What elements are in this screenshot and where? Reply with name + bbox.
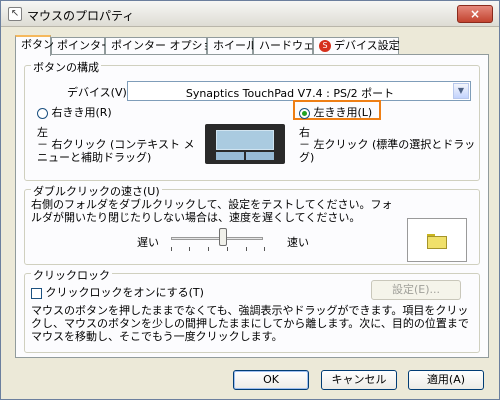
left-handed-label: 左きき用(L) bbox=[313, 106, 373, 119]
double-click-slider-track[interactable] bbox=[171, 237, 263, 240]
device-select-value: Synaptics TouchPad V7.4 : PS/2 ポート bbox=[185, 87, 395, 100]
tab-pointers[interactable]: ポインター bbox=[51, 37, 112, 55]
mouse-icon: ↖ bbox=[8, 7, 22, 21]
test-folder-area[interactable] bbox=[407, 218, 467, 262]
title-bar[interactable]: ↖ マウスのプロパティ × bbox=[1, 1, 499, 27]
window-title: マウスのプロパティ bbox=[27, 9, 135, 23]
slider-tick bbox=[208, 247, 209, 251]
cancel-button[interactable]: キャンセル bbox=[321, 370, 397, 390]
click-lock-checkbox[interactable]: クリックロックをオンにする(T) bbox=[31, 284, 204, 300]
touchpad-right-button bbox=[246, 152, 274, 160]
radio-icon[interactable] bbox=[37, 107, 48, 119]
slider-tick bbox=[246, 247, 247, 251]
slow-label: 遅い bbox=[137, 236, 159, 249]
apply-button[interactable]: 適用(A) bbox=[408, 370, 484, 390]
device-select[interactable]: Synaptics TouchPad V7.4 : PS/2 ポート ▼ bbox=[127, 81, 471, 101]
touchpad-image bbox=[205, 124, 285, 164]
touchpad-surface bbox=[216, 130, 274, 150]
checkbox-icon[interactable] bbox=[31, 287, 42, 299]
double-click-speed-legend: ダブルクリックの速さ(U) bbox=[31, 183, 162, 199]
button-configuration-legend: ボタンの構成 bbox=[31, 59, 101, 75]
tab-device-settings-label: デバイス設定 bbox=[334, 39, 400, 52]
mouse-properties-window: ↖ マウスのプロパティ × ボタン ポインター ポインター オプション ホイール… bbox=[0, 0, 500, 400]
right-button-description: － 左クリック (標準の選択とドラッグ) bbox=[299, 138, 476, 164]
touchpad-left-button bbox=[216, 152, 244, 160]
left-handed-radio[interactable]: 左きき用(L) bbox=[299, 104, 372, 120]
tab-device-settings[interactable]: S デバイス設定 bbox=[313, 37, 400, 55]
click-lock-description: マウスのボタンを押したままでなくても、強調表示やドラッグができます。項目をクリッ… bbox=[31, 304, 469, 343]
synaptics-icon: S bbox=[319, 40, 331, 52]
slider-tick bbox=[189, 247, 190, 251]
tab-buttons[interactable]: ボタン bbox=[15, 35, 54, 56]
click-lock-legend: クリックロック bbox=[31, 267, 112, 283]
double-click-speed-group: ダブルクリックの速さ(U) 右側のフォルダをダブルクリックして、設定をテストして… bbox=[24, 183, 480, 265]
folder-icon[interactable] bbox=[427, 236, 447, 249]
button-configuration-group: ボタンの構成 デバイス(V): Synaptics TouchPad V7.4 … bbox=[24, 59, 480, 181]
slider-tick bbox=[171, 247, 172, 251]
tab-wheel[interactable]: ホイール bbox=[207, 37, 257, 55]
right-handed-radio[interactable]: 右きき用(R) bbox=[37, 104, 112, 120]
left-button-description: － 右クリック (コンテキスト メニューと補助ドラッグ) bbox=[37, 138, 195, 164]
tab-pointer-options[interactable]: ポインター オプション bbox=[105, 37, 225, 55]
click-lock-settings-button[interactable]: 設定(E)... bbox=[371, 280, 461, 300]
click-lock-checkbox-label: クリックロックをオンにする(T) bbox=[45, 286, 204, 299]
slider-ticks bbox=[171, 247, 265, 251]
slider-tick bbox=[264, 247, 265, 251]
right-handed-label: 右きき用(R) bbox=[51, 106, 112, 119]
chevron-down-icon[interactable]: ▼ bbox=[453, 83, 469, 99]
ok-button[interactable]: OK bbox=[233, 370, 309, 390]
device-label: デバイス(V): bbox=[67, 86, 131, 99]
fast-label: 速い bbox=[287, 236, 309, 249]
tab-hardware[interactable]: ハードウェア bbox=[253, 37, 325, 55]
close-button[interactable]: × bbox=[457, 5, 493, 23]
click-lock-group: クリックロック クリックロックをオンにする(T) 設定(E)... マウスのボタ… bbox=[24, 267, 480, 353]
tab-panel: ボタンの構成 デバイス(V): Synaptics TouchPad V7.4 … bbox=[15, 54, 489, 358]
slider-tick bbox=[227, 247, 228, 251]
double-click-description: 右側のフォルダをダブルクリックして、設定をテストしてください。フォルダが開いたり… bbox=[31, 198, 393, 224]
double-click-slider-thumb[interactable] bbox=[218, 228, 227, 246]
radio-selected-icon[interactable] bbox=[299, 107, 310, 119]
